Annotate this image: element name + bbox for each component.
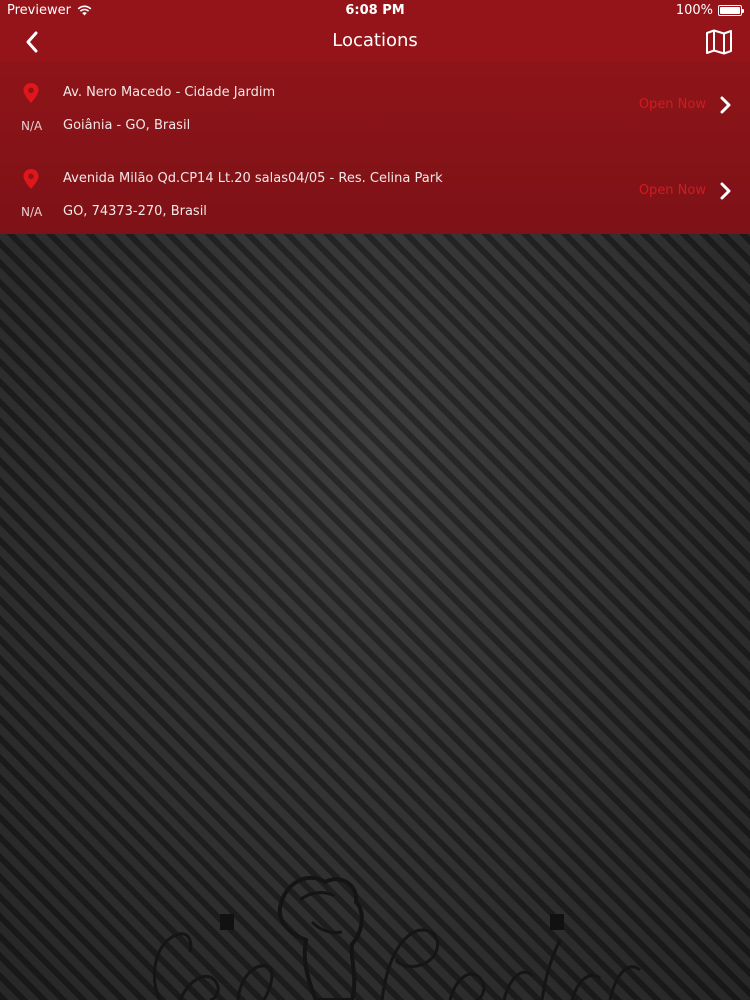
battery-icon [718, 5, 744, 16]
location-row[interactable]: N/A Av. Nero Macedo - Cidade Jardim Goiâ… [0, 62, 750, 148]
location-distance: N/A [21, 119, 43, 133]
chevron-right-icon [720, 182, 731, 200]
locations-list: N/A Av. Nero Macedo - Cidade Jardim Goiâ… [0, 62, 750, 234]
location-address-line2: GO, 74373-270, Brasil [63, 204, 207, 219]
status-time: 6:08 PM [345, 3, 405, 18]
location-open-status: Open Now [638, 183, 706, 198]
location-address-line1: Av. Nero Macedo - Cidade Jardim [63, 85, 276, 100]
nav-bar: Locations [0, 22, 750, 62]
status-bar: Previewer 6:08 PM 100% [0, 0, 750, 22]
page-title: Locations [332, 30, 418, 51]
location-open-status: Open Now [638, 97, 706, 112]
battery-percent: 100% [675, 3, 713, 18]
location-distance: N/A [21, 205, 43, 219]
chevron-right-icon [720, 96, 731, 114]
location-pin-icon [23, 83, 39, 103]
map-icon [706, 29, 732, 55]
battery-indicator: 100% [675, 3, 744, 18]
location-pin-icon [23, 169, 39, 189]
brand-logo [153, 876, 641, 1000]
location-row[interactable]: N/A Avenida Milão Qd.CP14 Lt.20 salas04/… [0, 148, 750, 234]
location-address-line1: Avenida Milão Qd.CP14 Lt.20 salas04/05 -… [63, 171, 443, 186]
map-button[interactable] [704, 27, 734, 57]
location-address-line2: Goiânia - GO, Brasil [63, 118, 191, 133]
